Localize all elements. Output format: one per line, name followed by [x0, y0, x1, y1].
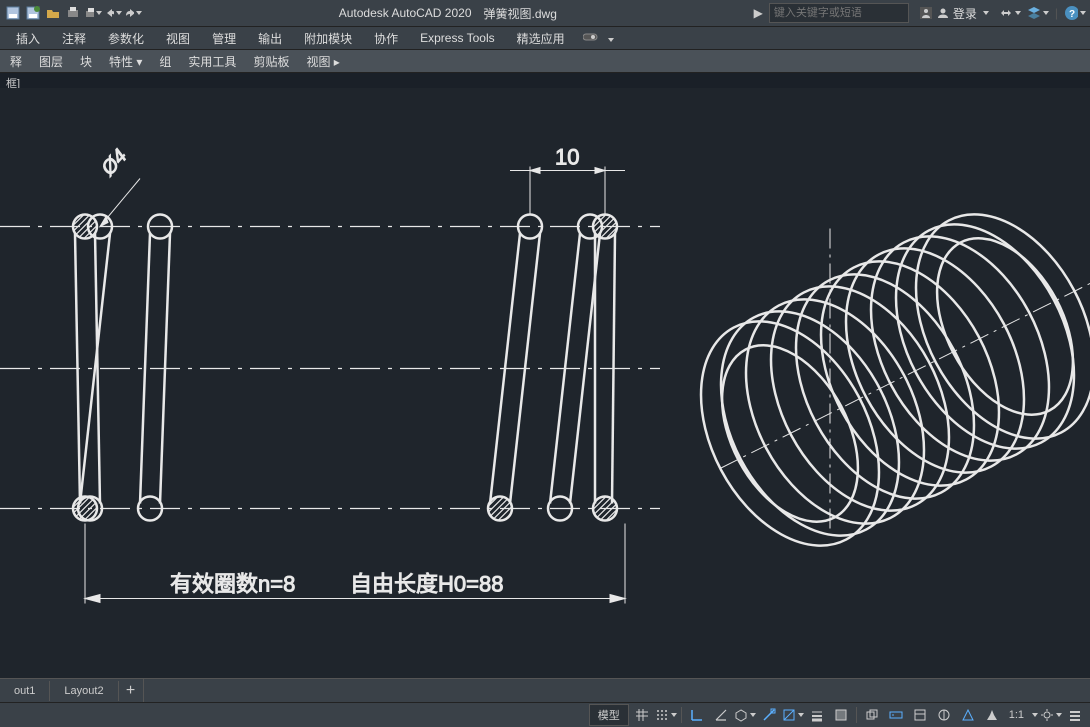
tab-clipboard[interactable]: 剪贴板	[245, 51, 297, 72]
tab-view[interactable]: 视图 ▸	[298, 51, 347, 72]
menu-manage[interactable]: 管理	[202, 28, 246, 49]
polar-icon[interactable]	[710, 705, 732, 725]
save-icon[interactable]	[4, 4, 22, 22]
menu-overflow[interactable]	[577, 29, 620, 47]
layout-tabs: out1 Layout2 +	[0, 678, 1090, 703]
search-input[interactable]	[769, 3, 909, 23]
user-icon	[937, 7, 949, 19]
window-title: Autodesk AutoCAD 2020 弹簧视图.dwg	[142, 5, 754, 22]
menu-annotate[interactable]: 注释	[52, 28, 96, 49]
menu-parametric[interactable]: 参数化	[98, 28, 154, 49]
menu-featured[interactable]: 精选应用	[507, 28, 575, 49]
svg-text:?: ?	[1069, 9, 1075, 20]
tab-utilities[interactable]: 实用工具	[180, 51, 244, 72]
ortho-icon[interactable]	[686, 705, 708, 725]
search-play-icon[interactable]: ▶	[754, 6, 763, 20]
app-name: Autodesk AutoCAD 2020	[339, 6, 472, 20]
note-coils: 有效圈数n=8	[170, 572, 295, 597]
snap-icon[interactable]	[655, 705, 677, 725]
tab-layer[interactable]: 图层	[31, 51, 71, 72]
workspace-icon[interactable]	[933, 705, 955, 725]
selection-cycle-icon[interactable]	[861, 705, 883, 725]
grid-icon[interactable]	[631, 705, 653, 725]
drawing-canvas[interactable]: Ø4 10 有效圈数n=8 自由长度H0=88	[0, 88, 1090, 679]
osnap-icon[interactable]	[758, 705, 780, 725]
tab-block[interactable]: 块	[72, 51, 100, 72]
layout-tab-2[interactable]: Layout2	[50, 681, 118, 701]
isodraft-icon[interactable]	[734, 705, 756, 725]
help-icon[interactable]: ?	[1064, 3, 1086, 23]
login-label: 登录	[953, 5, 977, 22]
status-bar: 模型 1:1	[0, 702, 1090, 727]
menu-insert[interactable]: 插入	[6, 28, 50, 49]
annotation-monitor-icon[interactable]	[957, 705, 979, 725]
menu-collaborate[interactable]: 协作	[364, 28, 408, 49]
menu-bar: 插入 注释 参数化 视图 管理 输出 附加模块 协作 Express Tools…	[0, 27, 1090, 50]
layout-add-button[interactable]: +	[119, 679, 144, 703]
plot-icon[interactable]	[64, 4, 82, 22]
osnap2-icon[interactable]	[782, 705, 804, 725]
menu-express[interactable]: Express Tools	[410, 29, 504, 47]
note-length: 自由长度H0=88	[350, 572, 503, 597]
tab-interpret[interactable]: 释	[2, 51, 30, 72]
save-as-icon[interactable]	[24, 4, 42, 22]
customization-icon[interactable]	[1064, 705, 1086, 725]
annotation-scale-icon[interactable]	[981, 705, 1003, 725]
ribbon-panel-tabs: 释 图层 块 特性 ▾ 组 实用工具 剪贴板 视图 ▸	[0, 50, 1090, 73]
dynamic-input-icon[interactable]	[885, 705, 907, 725]
status-scale[interactable]: 1:1	[1005, 709, 1028, 721]
menu-addins[interactable]: 附加模块	[294, 28, 362, 49]
print-icon[interactable]	[84, 4, 102, 22]
redo-icon[interactable]	[124, 4, 142, 22]
quick-access-toolbar	[4, 4, 142, 22]
status-model[interactable]: 模型	[589, 704, 629, 726]
undo-icon[interactable]	[104, 4, 122, 22]
menu-output[interactable]: 输出	[248, 28, 292, 49]
lineweight-icon[interactable]	[806, 705, 828, 725]
file-name: 弹簧视图.dwg	[484, 5, 557, 22]
drawing-svg: Ø4 10 有效圈数n=8 自由长度H0=88	[0, 88, 1090, 679]
layout-tab-1[interactable]: out1	[0, 681, 50, 701]
menu-view[interactable]: 视图	[156, 28, 200, 49]
quickprops-icon[interactable]	[909, 705, 931, 725]
exchange-icon[interactable]	[999, 3, 1021, 23]
signin-icon	[919, 6, 933, 20]
app-icon[interactable]	[1027, 3, 1049, 23]
tab-properties[interactable]: 特性 ▾	[101, 51, 150, 72]
transparency-icon[interactable]	[830, 705, 852, 725]
dim-pitch: 10	[555, 145, 579, 170]
title-bar: Autodesk AutoCAD 2020 弹簧视图.dwg ▶ 登录 | ?	[0, 0, 1090, 27]
tab-group[interactable]: 组	[151, 51, 179, 72]
signin-button[interactable]: 登录	[915, 5, 993, 22]
open-icon[interactable]	[44, 4, 62, 22]
dim-diameter: Ø4	[97, 145, 132, 180]
settings-gear-icon[interactable]	[1040, 705, 1062, 725]
